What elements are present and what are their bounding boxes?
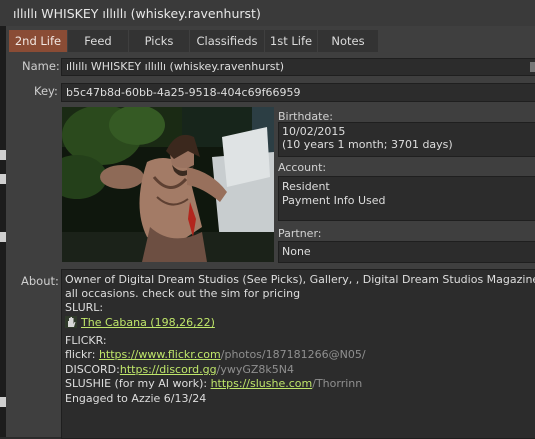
account-box: Resident Payment Info Used: [278, 176, 535, 221]
slushie-prefix: SLUSHIE (for my AI work):: [65, 377, 211, 390]
discord-prefix: DISCORD:: [65, 363, 120, 376]
tab-notes[interactable]: Notes: [318, 30, 378, 52]
discord-path: /ywyGZ8k5N4: [216, 363, 294, 376]
discord-line: DISCORD:https://discord.gg/ywyGZ8k5N4: [65, 363, 294, 376]
hand-icon: [65, 316, 77, 328]
tab-2nd-life[interactable]: 2nd Life: [9, 30, 67, 52]
slurl-link[interactable]: The Cabana (198,26,22): [81, 316, 215, 329]
slurl-line: The Cabana (198,26,22): [65, 316, 215, 329]
birthdate-age: (10 years 1 month; 3701 days): [282, 138, 453, 151]
partner-box: None: [278, 241, 535, 263]
partner-label: Partner:: [278, 227, 322, 240]
tab-feed[interactable]: Feed: [68, 30, 128, 52]
profile-photo-image: [62, 107, 274, 262]
name-label: Name:: [22, 59, 60, 73]
account-type: Resident: [282, 180, 330, 193]
account-payment: Payment Info Used: [282, 194, 386, 207]
about-line-1: Owner of Digital Dream Studios (See Pick…: [65, 273, 535, 286]
slurl-label: SLURL:: [65, 301, 104, 314]
flickr-line: flickr: https://www.flickr.com/photos/18…: [65, 348, 366, 361]
birthdate-box: 10/02/2015 (10 years 1 month; 3701 days): [278, 122, 535, 157]
about-text-area[interactable]: Owner of Digital Dream Studios (See Pick…: [61, 269, 535, 439]
name-field[interactable]: ıllıllı WHISKEY ıllıllı (whiskey.ravenhu…: [61, 58, 535, 76]
account-label: Account:: [278, 161, 327, 174]
key-label: Key:: [34, 84, 58, 98]
birthdate-value: 10/02/2015: [282, 125, 346, 138]
slushie-link[interactable]: https://slushe.com: [211, 377, 313, 390]
about-label: About:: [21, 274, 59, 288]
window-title: ıllıllı WHISKEY ıllıllı (whiskey.ravenhu…: [13, 6, 261, 21]
name-value: ıllıllı WHISKEY ıllıllı (whiskey.ravenhu…: [66, 60, 285, 73]
slushie-path: /Thorrinn: [312, 377, 363, 390]
partner-value: None: [282, 245, 311, 258]
title-bar: ıllıllı WHISKEY ıllıllı (whiskey.ravenhu…: [0, 0, 535, 27]
about-line-2: all occasions. check out the sim for pri…: [65, 287, 301, 300]
key-field[interactable]: b5c47b8d-60bb-4a25-9518-404c69f66959: [61, 83, 535, 102]
discord-link[interactable]: https://discord.gg: [120, 363, 217, 376]
engaged-line: Engaged to Azzie 6/13/24: [65, 392, 207, 405]
flickr-prefix: flickr:: [65, 348, 99, 361]
tab-picks[interactable]: Picks: [129, 30, 189, 52]
tab-classifieds[interactable]: Classifieds: [190, 30, 264, 52]
profile-panel: 2nd Life Feed Picks Classifieds 1st Life…: [6, 26, 535, 439]
slushie-line: SLUSHIE (for my AI work): https://slushe…: [65, 377, 362, 390]
profile-photo[interactable]: [62, 107, 274, 262]
tab-1st-life[interactable]: 1st Life: [265, 30, 317, 52]
flickr-path: /photos/187181266@N05/: [220, 348, 366, 361]
name-scroll-handle[interactable]: [530, 62, 535, 72]
flickr-heading: FLICKR:: [65, 334, 107, 347]
flickr-link[interactable]: https://www.flickr.com: [99, 348, 221, 361]
key-value: b5c47b8d-60bb-4a25-9518-404c69f66959: [66, 86, 301, 99]
